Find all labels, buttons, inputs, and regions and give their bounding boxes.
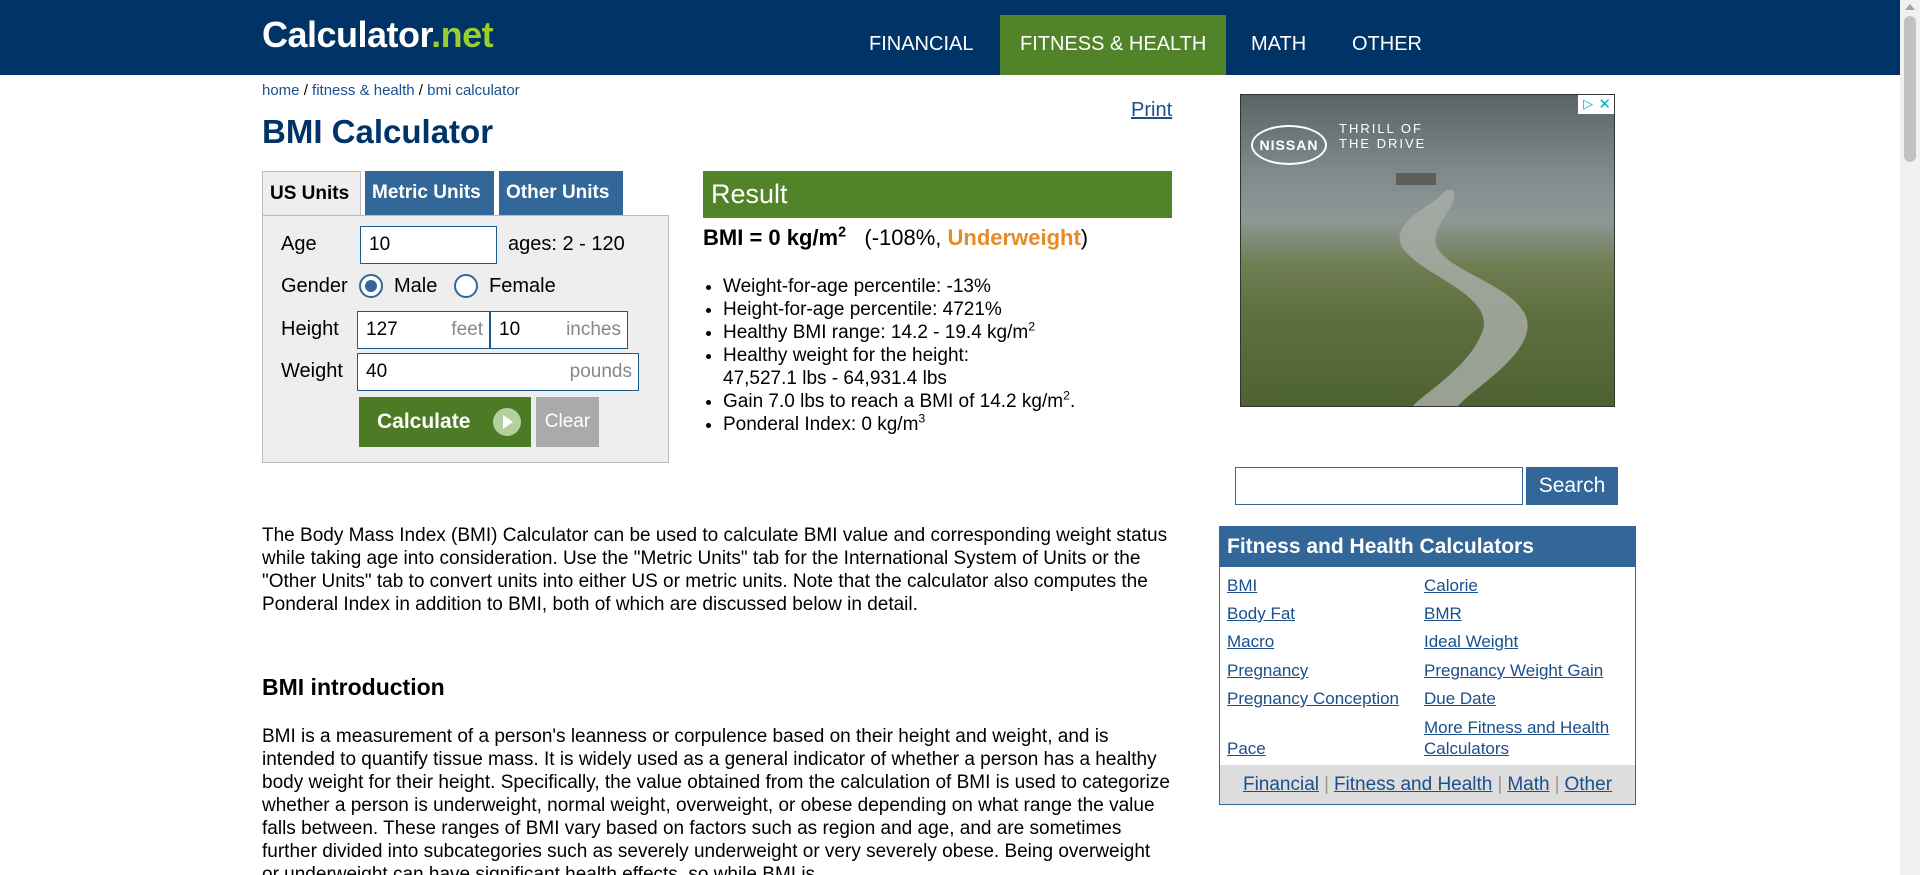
footer-link-financial[interactable]: Financial: [1243, 774, 1319, 795]
ad-tagline: THRILL OF THE DRIVE: [1339, 121, 1427, 151]
weight-input[interactable]: 40 pounds: [357, 353, 639, 391]
nav-math[interactable]: MATH: [1231, 15, 1326, 75]
bmi-status: Underweight: [947, 225, 1081, 250]
search-input[interactable]: [1235, 467, 1523, 505]
clear-button[interactable]: Clear: [536, 397, 599, 447]
tab-us-units[interactable]: US Units: [262, 171, 361, 217]
sidebar-link-bmi[interactable]: BMI: [1227, 575, 1257, 596]
calculate-button[interactable]: Calculate: [359, 397, 531, 447]
gender-label: Gender: [281, 275, 348, 297]
gender-male-radio[interactable]: [359, 274, 383, 298]
height-inches-unit: inches: [566, 319, 621, 340]
weight-value: 40: [366, 361, 388, 382]
nav-fitness-health[interactable]: FITNESS & HEALTH: [1000, 15, 1227, 75]
intro-paragraph: The Body Mass Index (BMI) Calculator can…: [262, 525, 1168, 615]
healthy-weight: Healthy weight for the height:47,527.1 l…: [723, 344, 1183, 390]
ad-choices[interactable]: ▷ ✕: [1578, 95, 1614, 114]
weight-label: Weight: [281, 360, 343, 382]
age-hint: ages: 2 - 120: [508, 233, 625, 255]
tab-metric-units[interactable]: Metric Units: [365, 171, 494, 216]
sidebar-link-macro[interactable]: Macro: [1227, 631, 1274, 652]
gain-weight: Gain 7.0 lbs to reach a BMI of 14.2 kg/m…: [723, 389, 1183, 413]
section-paragraph: BMI is a measurement of a person's leann…: [262, 726, 1170, 875]
nav-financial[interactable]: FINANCIAL: [849, 15, 993, 75]
tab-other-units[interactable]: Other Units: [499, 171, 623, 216]
bmi-close-paren: ): [1080, 225, 1089, 250]
page-title: BMI Calculator: [262, 113, 494, 150]
gender-female-label[interactable]: Female: [489, 275, 556, 298]
footer-link-other[interactable]: Other: [1565, 774, 1613, 795]
play-arrow-icon: [493, 408, 521, 436]
breadcrumb-separator: /: [414, 82, 428, 99]
healthy-bmi-range: Healthy BMI range: 14.2 - 19.4 kg/m2: [723, 320, 1183, 344]
top-navigation-bar: Calculator.net FINANCIAL FITNESS & HEALT…: [0, 0, 1900, 75]
scrollbar-thumb[interactable]: [1904, 16, 1916, 162]
sidebar-link-more[interactable]: More Fitness and Health Calculators: [1424, 717, 1624, 759]
bmi-result: BMI = 0 kg/m2 (-108%, Underweight): [703, 225, 1088, 251]
sidebar-link-pregnancy[interactable]: Pregnancy: [1227, 660, 1308, 681]
height-inches-value: 10: [499, 319, 521, 340]
footer-separator: |: [1554, 774, 1560, 795]
gender-male-label[interactable]: Male: [394, 275, 437, 298]
bmi-percent: (-108%,: [864, 225, 948, 250]
breadcrumb-fitness-health[interactable]: fitness & health: [312, 82, 415, 99]
result-header: Result: [703, 171, 1172, 218]
ponderal-index: Ponderal Index: 0 kg/m3: [723, 412, 1183, 436]
footer-link-fitness-health[interactable]: Fitness and Health: [1334, 774, 1492, 795]
bmi-unit-exponent: 2: [838, 224, 847, 241]
site-logo[interactable]: Calculator.net: [262, 14, 494, 56]
weight-percentile: Weight-for-age percentile: -13%: [723, 275, 1183, 298]
height-inches-input[interactable]: 10 inches: [490, 311, 628, 349]
footer-separator: |: [1324, 774, 1329, 795]
gender-female-radio[interactable]: [454, 274, 478, 298]
calculate-label: Calculate: [377, 410, 471, 433]
breadcrumb-separator: /: [299, 82, 313, 99]
sidebar-link-pace[interactable]: Pace: [1227, 738, 1266, 759]
sidebar-footer-nav: Financial | Fitness and Health | Math | Other: [1220, 765, 1635, 804]
search-button[interactable]: Search: [1526, 467, 1618, 505]
footer-separator: |: [1497, 774, 1503, 795]
page-scrollbar[interactable]: [1900, 0, 1920, 875]
scroll-up-arrow-icon[interactable]: [1905, 4, 1915, 10]
sidebar-link-due-date[interactable]: Due Date: [1424, 688, 1496, 709]
sidebar-link-body-fat[interactable]: Body Fat: [1227, 603, 1295, 624]
height-feet-value: 127: [366, 319, 398, 340]
breadcrumb: home / fitness & health / bmi calculator: [262, 82, 520, 99]
advertisement[interactable]: NISSAN THRILL OF THE DRIVE ▷ ✕: [1240, 94, 1615, 407]
sidebar-link-calorie[interactable]: Calorie: [1424, 575, 1478, 596]
weight-unit: pounds: [569, 361, 632, 382]
nissan-logo: NISSAN: [1251, 125, 1327, 165]
height-feet-unit: feet: [451, 319, 483, 340]
breadcrumb-home[interactable]: home: [262, 82, 300, 99]
ad-info-icon[interactable]: ▷: [1581, 97, 1595, 111]
nav-other[interactable]: OTHER: [1332, 15, 1442, 75]
sidebar-link-bmr[interactable]: BMR: [1424, 603, 1462, 624]
sidebar-link-ideal-weight[interactable]: Ideal Weight: [1424, 631, 1518, 652]
height-percentile: Height-for-age percentile: 4721%: [723, 298, 1183, 321]
result-details: Weight-for-age percentile: -13% Height-f…: [723, 275, 1183, 436]
section-heading: BMI introduction: [262, 674, 445, 700]
fitness-calculators-box: Fitness and Health Calculators BMI Calor…: [1219, 526, 1636, 805]
sidebar-title: Fitness and Health Calculators: [1220, 527, 1635, 567]
sidebar-link-pregnancy-weight-gain[interactable]: Pregnancy Weight Gain: [1424, 660, 1603, 681]
height-label: Height: [281, 318, 339, 340]
print-link[interactable]: Print: [1131, 99, 1172, 122]
bmi-value: BMI = 0 kg/m: [703, 225, 839, 250]
height-feet-input[interactable]: 127 feet: [357, 311, 490, 349]
footer-link-math[interactable]: Math: [1507, 774, 1549, 795]
age-input[interactable]: 10: [360, 226, 497, 264]
breadcrumb-bmi-calculator[interactable]: bmi calculator: [427, 82, 520, 99]
age-label: Age: [281, 233, 317, 255]
sidebar-link-pregnancy-conception[interactable]: Pregnancy Conception: [1227, 688, 1399, 709]
ad-close-icon[interactable]: ✕: [1598, 96, 1611, 113]
